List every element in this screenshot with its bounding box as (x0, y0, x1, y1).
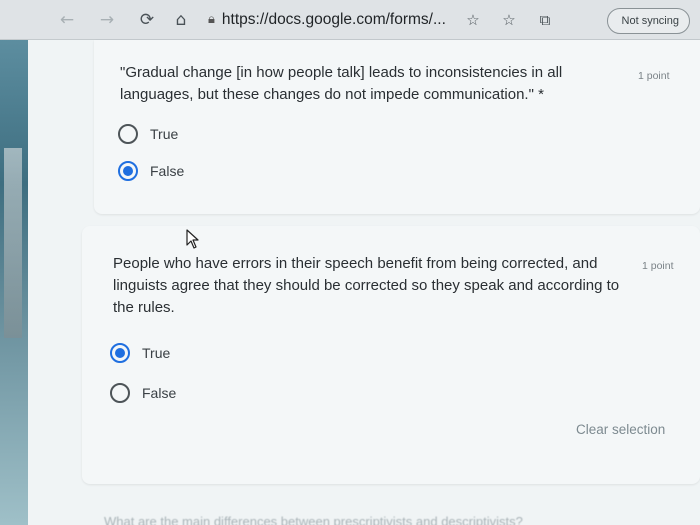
radio-button-selected[interactable] (118, 161, 138, 181)
forward-icon[interactable]: → (94, 7, 120, 33)
home-icon[interactable]: ⌂ (168, 7, 194, 33)
form-page: "Gradual change [in how people talk] lea… (28, 40, 700, 525)
option-label: False (150, 163, 185, 179)
back-icon[interactable]: ← (54, 7, 80, 33)
option-true[interactable]: True (118, 124, 178, 144)
radio-button[interactable] (110, 383, 130, 403)
next-question-text: What are the main differences between pr… (104, 514, 523, 525)
profile-sync-button[interactable]: Not syncing (606, 8, 690, 34)
option-label: False (142, 385, 177, 401)
question-card-1: "Gradual change [in how people talk] lea… (94, 40, 700, 214)
question-text: People who have errors in their speech b… (113, 255, 620, 316)
question-text: "Gradual change [in how people talk] lea… (120, 64, 563, 103)
mouse-pointer-icon (186, 229, 199, 249)
option-false[interactable]: False (118, 161, 184, 181)
browser-toolbar: ← → ⟳ ⌂ 🔒︎ https://docs.google.com/forms… (0, 0, 700, 40)
radio-button-selected[interactable] (110, 343, 130, 363)
option-true[interactable]: True (110, 343, 170, 363)
read-aloud-icon[interactable]: ☆ (460, 7, 486, 33)
sync-status-label: Not syncing (621, 15, 679, 27)
background-photo-edge (0, 38, 28, 525)
question-points: 1 point (638, 70, 670, 82)
address-bar[interactable]: 🔒︎ https://docs.google.com/forms/... ☆ ☆… (202, 6, 568, 34)
option-label: True (150, 126, 179, 142)
url-text: https://docs.google.com/forms/... (221, 10, 446, 28)
question-points: 1 point (642, 260, 674, 272)
reload-icon[interactable]: ⟳ (134, 7, 160, 33)
option-label: True (142, 345, 171, 361)
lock-icon: 🔒︎ (208, 12, 215, 27)
clear-selection-button[interactable]: Clear selection (576, 422, 665, 437)
favorites-icon[interactable]: ☆ (496, 7, 522, 33)
radio-button[interactable] (118, 124, 138, 144)
question-card-2: People who have errors in their speech b… (82, 226, 700, 484)
background-building (4, 148, 22, 338)
collections-icon[interactable]: ⧉ (532, 7, 558, 33)
option-false[interactable]: False (110, 383, 176, 403)
